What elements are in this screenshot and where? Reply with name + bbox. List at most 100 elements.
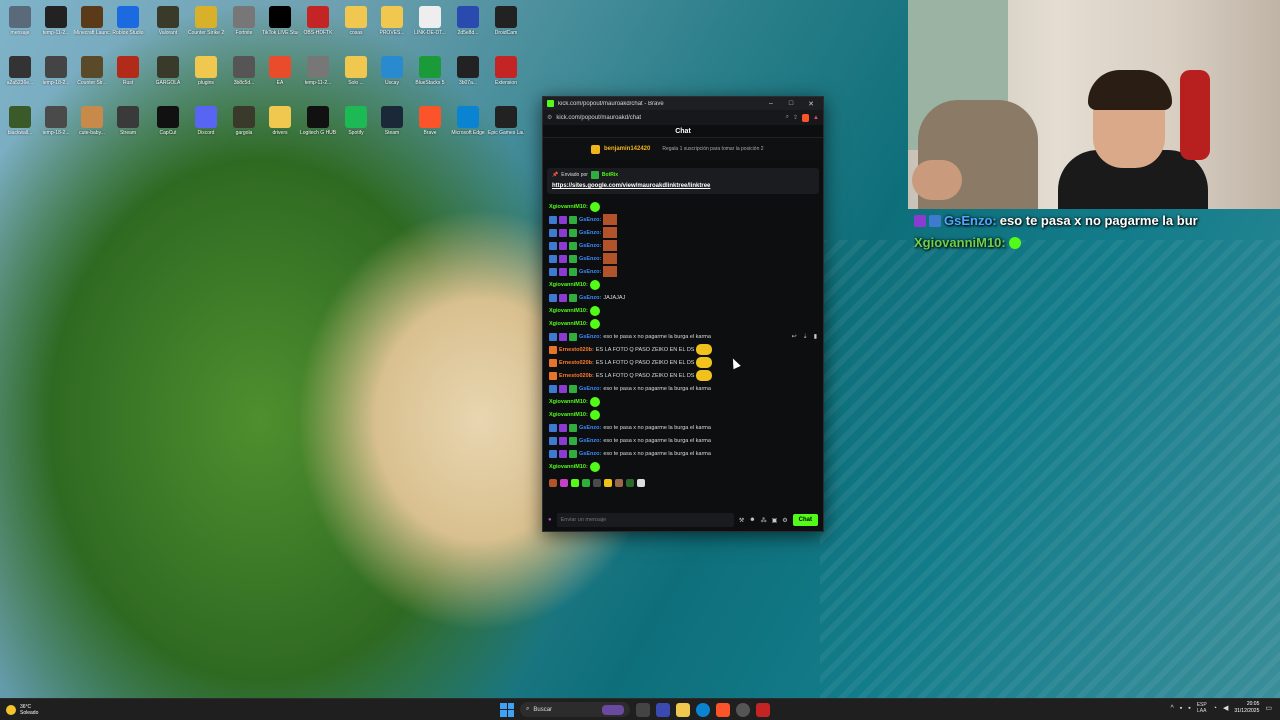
site-info-icon[interactable]: ⚙ <box>547 114 552 121</box>
desktop-icon[interactable]: gargola <box>226 102 262 150</box>
desktop-icon[interactable]: Brave <box>412 102 448 150</box>
chat-message[interactable]: Ernesto020b: ES LA FOTO Q PASO ZEIKO EN E… <box>549 356 817 369</box>
emote-icon[interactable] <box>582 479 590 487</box>
chat-username[interactable]: GsEnzo: <box>579 451 601 457</box>
pin-icon[interactable]: ⇣ <box>803 333 808 340</box>
chat-username[interactable]: Ernesto020b: <box>559 373 594 379</box>
desktop-icon[interactable]: Solo ... <box>338 52 374 100</box>
desktop-icon[interactable]: Epic Games Launcher <box>488 102 524 150</box>
desktop-icon[interactable]: Counter Str... <box>74 52 110 100</box>
chat-username[interactable]: XgiovanniM10: <box>549 412 588 418</box>
chat-message[interactable]: XgiovanniM10: <box>549 304 817 317</box>
desktop-icon[interactable]: temp-18-2... <box>38 52 74 100</box>
app-icon[interactable] <box>756 702 770 717</box>
desktop-icon[interactable]: temp-11-2... <box>38 2 74 50</box>
chat-message[interactable]: XgiovanniM10: <box>549 460 817 473</box>
desktop-icon[interactable]: Uscay <box>374 52 410 100</box>
extensions-icon[interactable]: ⁂ <box>761 517 767 524</box>
desktop-icon[interactable]: Roblox Studio <box>110 2 146 50</box>
delete-icon[interactable]: ▮ <box>814 333 817 340</box>
chat-message[interactable]: XgiovanniM10: <box>549 200 817 213</box>
desktop-icon[interactable]: drivers <box>262 102 298 150</box>
desktop-icon[interactable]: GARGOLA <box>150 52 186 100</box>
address-bar[interactable]: ⚙ kick.com/popout/mauroakd/chat ⌕ ⇪ ▲ <box>543 110 823 125</box>
brave-rewards-icon[interactable]: ▲ <box>813 115 819 121</box>
chat-message[interactable]: GsEnzo: <box>549 252 817 265</box>
language-indicator[interactable]: ESP LAA <box>1197 702 1207 714</box>
wifi-icon[interactable]: ◔ <box>1213 705 1217 712</box>
chat-username[interactable]: XgiovanniM10: <box>549 282 588 288</box>
emote-icon[interactable] <box>593 479 601 487</box>
desktop-icon[interactable]: Steam <box>374 102 410 150</box>
chat-message[interactable]: GsEnzo: <box>549 265 817 278</box>
brave-icon[interactable] <box>716 702 730 717</box>
chat-input[interactable] <box>556 513 734 527</box>
desktop-icon[interactable]: plugins <box>188 52 224 100</box>
chat-message[interactable]: GsEnzo: <box>549 226 817 239</box>
desktop-icon[interactable]: EA <box>262 52 298 100</box>
desktop-icon[interactable]: Logitech G HUB <box>300 102 336 150</box>
chevron-up-icon[interactable]: ^ <box>1170 705 1173 712</box>
emoji-icon[interactable]: ☻ <box>749 517 755 523</box>
tray-app-icon[interactable]: ▪ <box>1180 705 1182 712</box>
chat-username[interactable]: XgiovanniM10: <box>549 321 588 327</box>
chat-username[interactable]: GsEnzo: <box>579 230 601 236</box>
emote-icon[interactable] <box>637 479 645 487</box>
chat-username[interactable]: XgiovanniM10: <box>549 399 588 405</box>
desktop-icon[interactable]: CapCut <box>150 102 186 150</box>
desktop-icon[interactable]: a2a5236e... <box>2 52 38 100</box>
desktop-icon[interactable]: blackwall... <box>2 102 38 150</box>
emote-icon[interactable] <box>571 479 579 487</box>
chat-username[interactable]: XgiovanniM10: <box>549 204 588 210</box>
volume-icon[interactable]: ◀ <box>1223 704 1228 712</box>
desktop-icon[interactable]: Extension <box>488 52 524 100</box>
desktop-icon[interactable]: 3b8c5d... <box>226 52 262 100</box>
chat-username[interactable]: XgiovanniM10: <box>549 308 588 314</box>
desktop-icon[interactable]: DroidCam <box>488 2 524 50</box>
desktop-icon[interactable]: 2d5e8d... <box>450 2 486 50</box>
desktop-icon[interactable]: BlueStacks 5 <box>412 52 448 100</box>
bot-command-icon[interactable]: ⚒ <box>739 517 744 524</box>
taskbar-search[interactable]: ⌕ Buscar <box>520 702 630 717</box>
pinned-link[interactable]: https://sites.google.com/view/mauroakdli… <box>552 183 814 189</box>
desktop-icon[interactable]: Valorant <box>150 2 186 50</box>
send-chat-button[interactable]: Chat <box>792 514 818 526</box>
chat-message[interactable]: GsEnzo: <box>549 239 817 252</box>
desktop-icon[interactable]: Microsoft Edge <box>450 102 486 150</box>
chat-message[interactable]: XgiovanniM10: <box>549 278 817 291</box>
chat-message[interactable]: XgiovanniM10: <box>549 395 817 408</box>
chat-message[interactable]: XgiovanniM10: <box>549 408 817 421</box>
chat-message[interactable]: GsEnzo: eso te pasa x no pagarme la burga… <box>549 434 817 447</box>
chat-username[interactable]: XgiovanniM10: <box>549 464 588 470</box>
chat-message[interactable]: XgiovanniM10: <box>549 317 817 330</box>
emote-icon[interactable] <box>604 479 612 487</box>
chat-username[interactable]: GsEnzo: <box>579 386 601 392</box>
chat-username[interactable]: GsEnzo: <box>579 295 601 301</box>
emote-icon[interactable] <box>560 479 568 487</box>
desktop-icon[interactable]: mensaje <box>2 2 38 50</box>
search-icon[interactable]: ⌕ <box>786 114 789 121</box>
chat-username[interactable]: Ernesto020b: <box>559 360 594 366</box>
obs-icon[interactable] <box>736 702 750 717</box>
clock[interactable]: 20:05 31/12/2025 <box>1234 701 1259 715</box>
windows-start-icon[interactable] <box>500 702 514 717</box>
close-button[interactable]: ✕ <box>803 100 819 108</box>
gift-icon[interactable]: ▣ <box>772 517 778 524</box>
settings-icon[interactable]: ⚙ <box>782 517 787 524</box>
tray-app-icon[interactable]: ▪ <box>1188 705 1190 712</box>
desktop-icon[interactable]: Rust <box>110 52 146 100</box>
task-view-icon[interactable] <box>636 702 650 717</box>
maximize-button[interactable]: □ <box>783 100 799 107</box>
desktop-icon[interactable]: OBS-HDFTK <box>300 2 336 50</box>
chat-username[interactable]: GsEnzo: <box>579 425 601 431</box>
emote-icon[interactable] <box>615 479 623 487</box>
desktop-icon[interactable]: temp-18-2... <box>38 102 74 150</box>
notification-icon[interactable]: ▭ <box>1265 704 1272 712</box>
chat-message[interactable]: GsEnzo: JAJAJAJ <box>549 291 817 304</box>
chat-username[interactable]: GsEnzo: <box>579 243 601 249</box>
minimize-button[interactable]: – <box>763 100 779 107</box>
emote-icon[interactable] <box>549 479 557 487</box>
desktop-icon[interactable]: cute-baby... <box>74 102 110 150</box>
desktop-icon[interactable]: 3b07a... <box>450 52 486 100</box>
chat-username[interactable]: GsEnzo: <box>579 217 601 223</box>
